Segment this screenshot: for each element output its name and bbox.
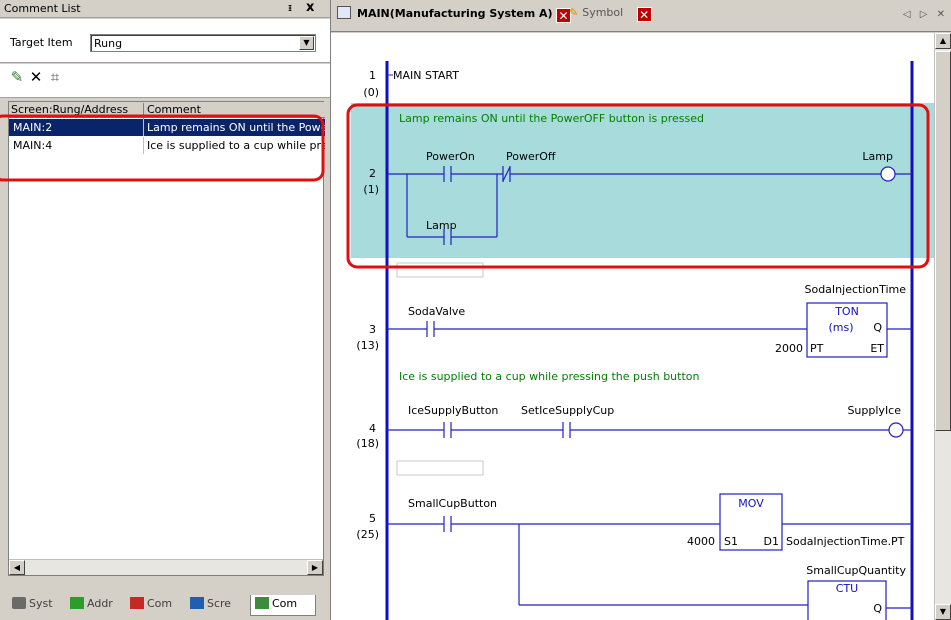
horizontal-scrollbar[interactable]: ◀ ▶ — [9, 559, 323, 575]
contact-label: SmallCupButton — [408, 497, 497, 510]
comment-icon — [255, 597, 269, 609]
common-icon — [130, 597, 144, 609]
scroll-down-icon[interactable]: ▼ — [935, 604, 951, 620]
contact-label: SetIceSupplyCup — [521, 404, 614, 417]
pin-d1: D1 — [764, 535, 779, 548]
rung-number: 3 — [369, 323, 376, 336]
screen-icon — [190, 597, 204, 609]
coil-label: SupplyIce — [847, 404, 901, 417]
annotation-box-right — [346, 103, 930, 269]
annotation-box-left — [0, 114, 325, 182]
instruction-name: CTU — [836, 582, 858, 595]
instruction-name: MOV — [738, 497, 764, 510]
bottom-tab-bar: Syst Addr Com Scre Com — [8, 595, 324, 617]
rung-comment: Ice is supplied to a cup while pressing … — [399, 370, 699, 383]
pin-et: ET — [870, 342, 884, 355]
tab-screen[interactable]: Scre — [190, 597, 231, 615]
pin-s1: S1 — [724, 535, 738, 548]
scroll-right-icon[interactable]: ▶ — [307, 560, 323, 575]
operand-target: SodaInjectionTime.PT — [786, 535, 905, 548]
pin-q: Q — [873, 321, 882, 334]
tab-address[interactable]: Addr — [70, 597, 113, 615]
instruction-unit: (ms) — [828, 321, 853, 334]
operand-value: 4000 — [687, 535, 715, 548]
pin-q: Q — [873, 602, 882, 615]
instruction-name: TON — [834, 305, 859, 318]
rung-step: (18) — [356, 437, 379, 450]
contact-label: IceSupplyButton — [408, 404, 498, 417]
instruction-label: SmallCupQuantity — [806, 564, 906, 577]
tab-common[interactable]: Com — [130, 597, 172, 615]
rung-number: 4 — [369, 422, 376, 435]
scroll-left-icon[interactable]: ◀ — [9, 560, 25, 575]
system-icon — [12, 597, 26, 609]
contact-label: SodaValve — [408, 305, 465, 318]
rung-step: (13) — [356, 339, 379, 352]
rung-step: (25) — [356, 528, 379, 541]
pin-pt: PT — [810, 342, 824, 355]
address-icon — [70, 597, 84, 609]
rung-number: 5 — [369, 512, 376, 525]
tab-system[interactable]: Syst — [12, 597, 53, 615]
tab-comment[interactable]: Com — [250, 595, 316, 616]
operand-value: 2000 — [775, 342, 803, 355]
